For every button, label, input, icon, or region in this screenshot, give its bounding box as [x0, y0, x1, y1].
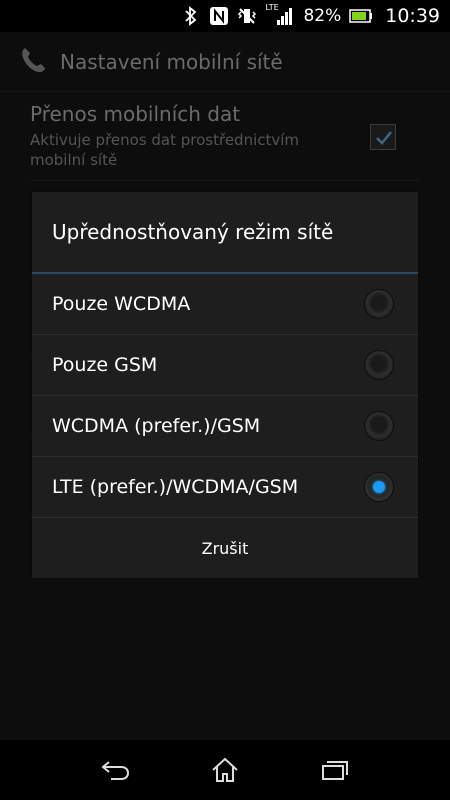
- nfc-icon: [209, 6, 229, 26]
- option-label: LTE (prefer.)/WCDMA/GSM: [52, 476, 299, 498]
- option-gsm-only[interactable]: Pouze GSM: [32, 335, 418, 396]
- phone-icon: [18, 44, 50, 80]
- option-lte-preferred-wcdma-gsm[interactable]: LTE (prefer.)/WCDMA/GSM: [32, 457, 418, 518]
- status-bar: LTE 82% 10:39: [0, 0, 450, 32]
- radio-selected-dot: [373, 481, 385, 493]
- pref-title: Přenos mobilních dat: [30, 102, 241, 126]
- network-mode-dialog: Upřednostňovaný režim sítě Pouze WCDMA P…: [32, 192, 418, 578]
- clock: 10:39: [385, 5, 440, 27]
- home-icon[interactable]: [205, 750, 245, 790]
- option-label: WCDMA (prefer.)/GSM: [52, 415, 261, 437]
- option-wcdma-only[interactable]: Pouze WCDMA: [32, 274, 418, 335]
- option-wcdma-preferred-gsm[interactable]: WCDMA (prefer.)/GSM: [32, 396, 418, 457]
- battery-percent: 82%: [303, 6, 342, 26]
- option-label: Pouze GSM: [52, 354, 158, 376]
- bluetooth-icon: [181, 6, 201, 26]
- radio-button[interactable]: [364, 289, 394, 319]
- radio-button[interactable]: [364, 350, 394, 380]
- pref-summary: Aktivuje přenos dat prostřednictvím mobi…: [30, 131, 300, 169]
- vibrate-icon: [237, 6, 257, 26]
- option-label: Pouze WCDMA: [52, 293, 191, 315]
- mobile-data-preference[interactable]: Přenos mobilních dat Aktivuje přenos dat…: [30, 102, 420, 170]
- navigation-bar: [0, 740, 450, 800]
- divider: [30, 180, 420, 181]
- recent-apps-icon[interactable]: [315, 750, 355, 790]
- radio-button[interactable]: [364, 411, 394, 441]
- back-icon[interactable]: [95, 750, 135, 790]
- lte-signal-icon: LTE: [265, 3, 295, 26]
- page-title: Nastavení mobilní sítě: [60, 49, 283, 74]
- action-bar: Nastavení mobilní sítě: [0, 32, 450, 92]
- cancel-button[interactable]: Zrušit: [32, 518, 418, 578]
- mobile-data-checkbox[interactable]: [370, 124, 396, 150]
- dialog-title: Upřednostňovaný režim sítě: [32, 192, 418, 274]
- network-type-label: LTE: [265, 3, 279, 12]
- radio-button-selected[interactable]: [364, 472, 394, 502]
- battery-icon: [349, 6, 373, 26]
